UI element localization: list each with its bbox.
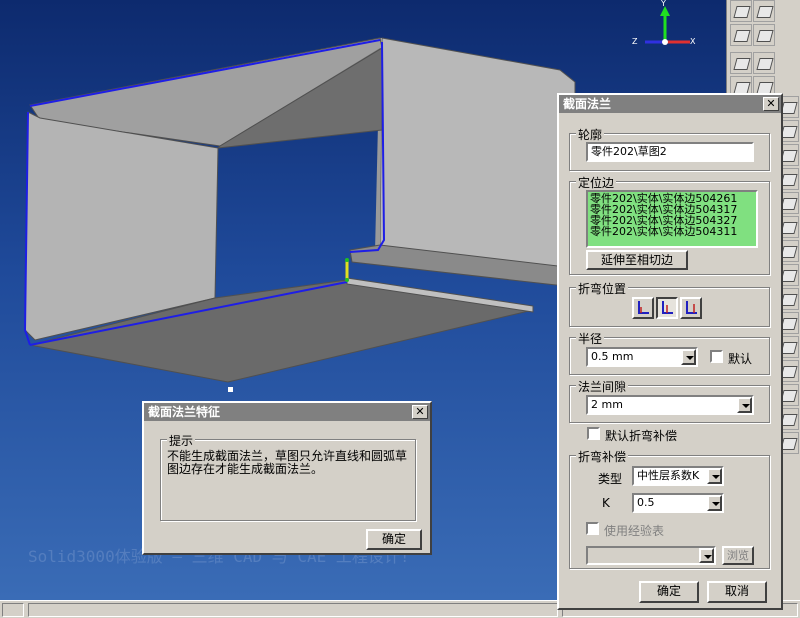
dialog-title: 截面法兰	[563, 97, 612, 111]
bend-center-icon[interactable]	[656, 297, 678, 319]
locating-edge-label: 定位边	[576, 174, 617, 191]
locating-edge-list[interactable]: 零件202\实体\实体边504261 零件202\实体\实体边504317 零件…	[586, 190, 758, 248]
bend-position-group: 折弯位置	[569, 280, 770, 327]
extend-tangent-button[interactable]: 延伸至相切边	[586, 250, 688, 270]
status-cell	[28, 603, 558, 617]
profile-label: 轮廓	[576, 126, 605, 143]
toolbar-tool-icon[interactable]	[753, 0, 775, 22]
toolbar-tool-icon[interactable]	[730, 52, 752, 74]
flange-gap-combo[interactable]: 2 mm	[586, 395, 754, 415]
axis-y-label: Y	[660, 0, 666, 8]
type-combo[interactable]: 中性层系数K	[632, 466, 724, 486]
k-value: 0.5	[637, 496, 655, 509]
close-icon[interactable]: ✕	[763, 97, 779, 111]
flange-gap-label: 法兰间隙	[576, 378, 629, 395]
type-value: 中性层系数K	[637, 469, 700, 482]
hint-group: 提示 不能生成截面法兰，草图只允许直线和圆弧草图边存在才能生成截面法兰。	[160, 432, 416, 521]
chevron-down-icon[interactable]	[707, 468, 722, 484]
browse-button[interactable]: 浏览	[722, 546, 754, 565]
bend-position-label: 折弯位置	[576, 280, 629, 297]
status-cell	[2, 603, 24, 617]
table-combo[interactable]	[586, 546, 716, 565]
radius-label: 半径	[576, 330, 605, 347]
profile-group: 轮廓 零件202\草图2	[569, 126, 770, 171]
list-item[interactable]: 零件202\实体\实体边504311	[590, 226, 754, 237]
part-right-wall	[379, 37, 576, 269]
radius-combo[interactable]: 0.5 mm	[586, 347, 698, 367]
default-bend-allowance-label: 默认折弯补偿	[605, 429, 678, 443]
dialog-titlebar[interactable]: 截面法兰 ✕	[559, 95, 781, 113]
bend-allowance-group: 折弯补偿 类型 中性层系数K K 0.5 使用经验表 浏览	[569, 448, 770, 569]
default-bend-allowance-checkbox[interactable]	[587, 427, 600, 440]
axis-triad: Y X Z	[632, 0, 696, 46]
axis-x-label: X	[690, 37, 696, 46]
hint-label: 提示	[167, 432, 196, 449]
radius-value: 0.5 mm	[591, 350, 634, 363]
chevron-down-icon[interactable]	[737, 397, 752, 413]
bend-inside-icon[interactable]	[632, 297, 654, 319]
bend-outside-icon[interactable]	[680, 297, 702, 319]
use-table-checkbox[interactable]	[586, 522, 599, 535]
bend-allowance-label: 折弯补偿	[576, 448, 629, 465]
radius-default-label: 默认	[728, 352, 753, 366]
message-titlebar[interactable]: 截面法兰特征 ✕	[144, 403, 430, 421]
toolbar-tool-icon[interactable]	[730, 0, 752, 22]
profile-field[interactable]: 零件202\草图2	[586, 142, 754, 162]
cancel-button[interactable]: 取消	[707, 581, 767, 603]
message-ok-button[interactable]: 确定	[366, 529, 422, 550]
type-label: 类型	[598, 472, 623, 486]
flange-gap-group: 法兰间隙 2 mm	[569, 378, 770, 423]
flange-gap-value: 2 mm	[591, 398, 623, 411]
axis-z-label: Z	[632, 37, 638, 46]
section-flange-dialog: 截面法兰 ✕ 轮廓 零件202\草图2 定位边 零件202\实体\实体边5042…	[557, 93, 783, 610]
radius-default-checkbox[interactable]	[710, 350, 723, 363]
locating-edge-group: 定位边 零件202\实体\实体边504261 零件202\实体\实体边50431…	[569, 174, 770, 275]
chevron-down-icon[interactable]	[699, 548, 714, 563]
message-title: 截面法兰特征	[148, 405, 221, 419]
toolbar-tool-icon[interactable]	[730, 24, 752, 46]
chevron-down-icon[interactable]	[681, 349, 696, 365]
message-dialog: 截面法兰特征 ✕ 提示 不能生成截面法兰，草图只允许直线和圆弧草图边存在才能生成…	[142, 401, 432, 555]
close-icon[interactable]: ✕	[412, 405, 428, 419]
use-table-label: 使用经验表	[604, 524, 665, 538]
message-text: 不能生成截面法兰，草图只允许直线和圆弧草图边存在才能生成截面法兰。	[167, 449, 408, 476]
toolbar-tool-icon[interactable]	[753, 24, 775, 46]
ok-button[interactable]: 确定	[639, 581, 699, 603]
k-combo[interactable]: 0.5	[632, 493, 724, 513]
radius-group: 半径 0.5 mm 默认	[569, 330, 770, 375]
k-label: K	[602, 496, 610, 510]
toolbar-tool-icon[interactable]	[753, 52, 775, 74]
chevron-down-icon[interactable]	[707, 495, 722, 511]
